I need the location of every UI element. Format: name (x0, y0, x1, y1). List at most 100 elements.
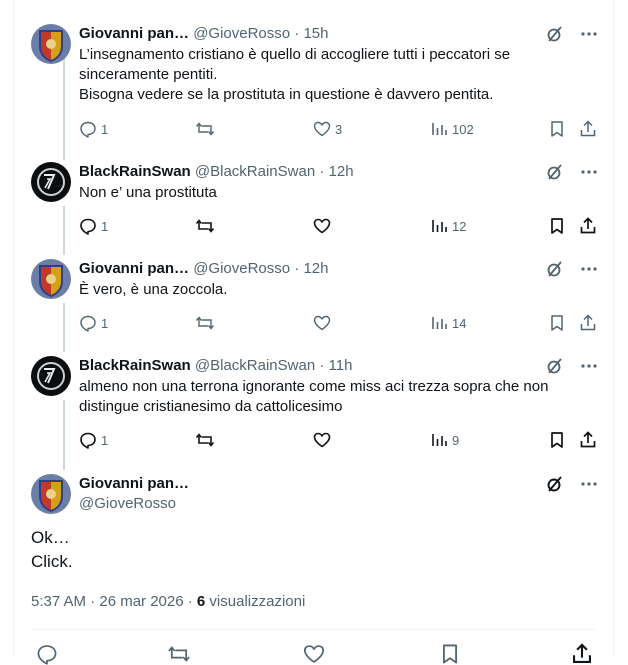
analytics-icon (432, 123, 447, 135)
tweet-tools (545, 259, 599, 279)
share-icon (580, 120, 596, 137)
author-handle[interactable]: @GioveRosso (79, 494, 176, 514)
share-button[interactable] (579, 216, 597, 236)
avatar[interactable] (31, 162, 71, 202)
avatar[interactable] (31, 24, 71, 64)
reply-count: 1 (101, 121, 109, 137)
avatar[interactable] (31, 474, 71, 514)
author-handle[interactable]: @GioveRosso (193, 25, 290, 42)
reply-button[interactable]: 1 (79, 430, 108, 450)
reply-tweet[interactable]: BlackRainSwan @BlackRainSwan · 12h Non e… (14, 162, 613, 242)
grok-icon[interactable] (545, 259, 565, 279)
tweet-tools (545, 24, 599, 44)
share-icon (580, 314, 596, 331)
reply-tweet[interactable]: Giovanni pan… @GioveRosso · 12h È vero, … (14, 259, 613, 339)
author-name[interactable]: Giovanni pan… (79, 25, 189, 42)
retweet-icon (195, 433, 215, 447)
tweet-text-line: Click. (31, 552, 73, 571)
tweet-time[interactable]: 12h (329, 163, 354, 180)
share-button[interactable] (571, 643, 593, 664)
tweet-time[interactable]: 12h (303, 260, 328, 277)
tweet-text-line: almeno non una terrona ignorante come mi… (79, 378, 549, 395)
share-button[interactable] (579, 313, 597, 333)
tweet-time[interactable]: 11h (329, 357, 353, 374)
like-button[interactable]: 3 (313, 119, 342, 139)
bookmark-button[interactable] (548, 430, 566, 450)
action-bar (31, 643, 596, 665)
tweet-tools (545, 162, 599, 182)
author-handle[interactable]: @BlackRainSwan (195, 163, 315, 180)
tweet-text-line: sinceramente pentiti. (79, 66, 218, 83)
separator-dot: · (315, 163, 329, 180)
timeline-column: Giovanni pan… @GioveRosso · 15h L’insegn… (13, 0, 614, 665)
views-label: visualizzazioni (205, 593, 306, 610)
heart-icon (313, 432, 331, 448)
action-bar: 1 3 102 (79, 119, 599, 139)
views-button[interactable]: 9 (430, 430, 459, 450)
share-icon (580, 217, 596, 234)
tweet-text-line: Bisogna vedere se la prostituta in quest… (79, 86, 494, 103)
author-name[interactable]: Giovanni pan… (79, 474, 189, 494)
views-button[interactable]: 14 (430, 313, 466, 333)
bookmark-button[interactable] (548, 216, 566, 236)
separator-dot: · (315, 357, 329, 374)
separator-dot: · (290, 260, 304, 277)
focused-tweet: Giovanni pan… @GioveRosso Ok… Click. 5:3… (14, 474, 613, 665)
tweet-header: Giovanni pan… @GioveRosso · 15h (79, 24, 601, 44)
reply-button[interactable]: 1 (79, 119, 108, 139)
retweet-button[interactable] (167, 644, 191, 664)
reply-tweet[interactable]: BlackRainSwan @BlackRainSwan · 11h almen… (14, 356, 613, 456)
retweet-icon (195, 219, 215, 233)
more-icon[interactable] (579, 356, 599, 376)
more-icon[interactable] (579, 162, 599, 182)
tweet-text-line: Ok… (31, 528, 70, 547)
share-button[interactable] (579, 430, 597, 450)
more-icon[interactable] (579, 259, 599, 279)
bookmark-button[interactable] (548, 313, 566, 333)
author-handle[interactable]: @GioveRosso (193, 260, 290, 277)
retweet-button[interactable] (195, 119, 219, 139)
more-icon[interactable] (579, 24, 599, 44)
author-handle[interactable]: @BlackRainSwan (195, 357, 315, 374)
reply-count: 1 (101, 432, 109, 448)
divider (31, 629, 596, 630)
like-button[interactable] (313, 313, 335, 333)
retweet-button[interactable] (195, 216, 219, 236)
author-name[interactable]: Giovanni pan… (79, 260, 189, 277)
views-button[interactable]: 12 (430, 216, 466, 236)
reply-icon (80, 218, 96, 235)
tweet-time[interactable]: 15h (303, 25, 328, 42)
avatar[interactable] (31, 259, 71, 299)
heart-icon (313, 315, 331, 331)
tweet-text: L’insegnamento cristiano è quello di acc… (79, 45, 583, 105)
reply-button[interactable]: 1 (79, 313, 108, 333)
author-name[interactable]: BlackRainSwan (79, 357, 191, 374)
tweet-timestamp[interactable]: 5:37 AM · 26 mar 2026 · (31, 593, 197, 610)
like-button[interactable] (313, 216, 335, 236)
grok-icon[interactable] (545, 24, 565, 44)
like-button[interactable] (303, 644, 325, 664)
author-name[interactable]: BlackRainSwan (79, 163, 191, 180)
retweet-icon (195, 122, 215, 136)
avatar[interactable] (31, 356, 71, 396)
reply-button[interactable] (36, 644, 58, 665)
like-button[interactable] (313, 430, 335, 450)
tweet-text-line: distingue cristianesimo da cattolicesimo (79, 398, 343, 415)
reply-tweet[interactable]: Giovanni pan… @GioveRosso · 15h L’insegn… (14, 24, 613, 144)
share-button[interactable] (579, 119, 597, 139)
retweet-icon (168, 646, 190, 662)
views-button[interactable]: 102 (430, 119, 474, 139)
grok-icon[interactable] (545, 356, 565, 376)
grok-icon[interactable] (545, 474, 565, 494)
reply-icon (80, 121, 96, 138)
more-icon[interactable] (579, 474, 599, 494)
tweet-text-line: L’insegnamento cristiano è quello di acc… (79, 46, 511, 63)
views-count: 6 (196, 593, 206, 610)
bookmark-button[interactable] (439, 644, 461, 664)
retweet-button[interactable] (195, 430, 219, 450)
grok-icon[interactable] (545, 162, 565, 182)
retweet-button[interactable] (195, 313, 219, 333)
reply-button[interactable]: 1 (79, 216, 108, 236)
bookmark-button[interactable] (548, 119, 566, 139)
tweet-tools (545, 356, 599, 376)
